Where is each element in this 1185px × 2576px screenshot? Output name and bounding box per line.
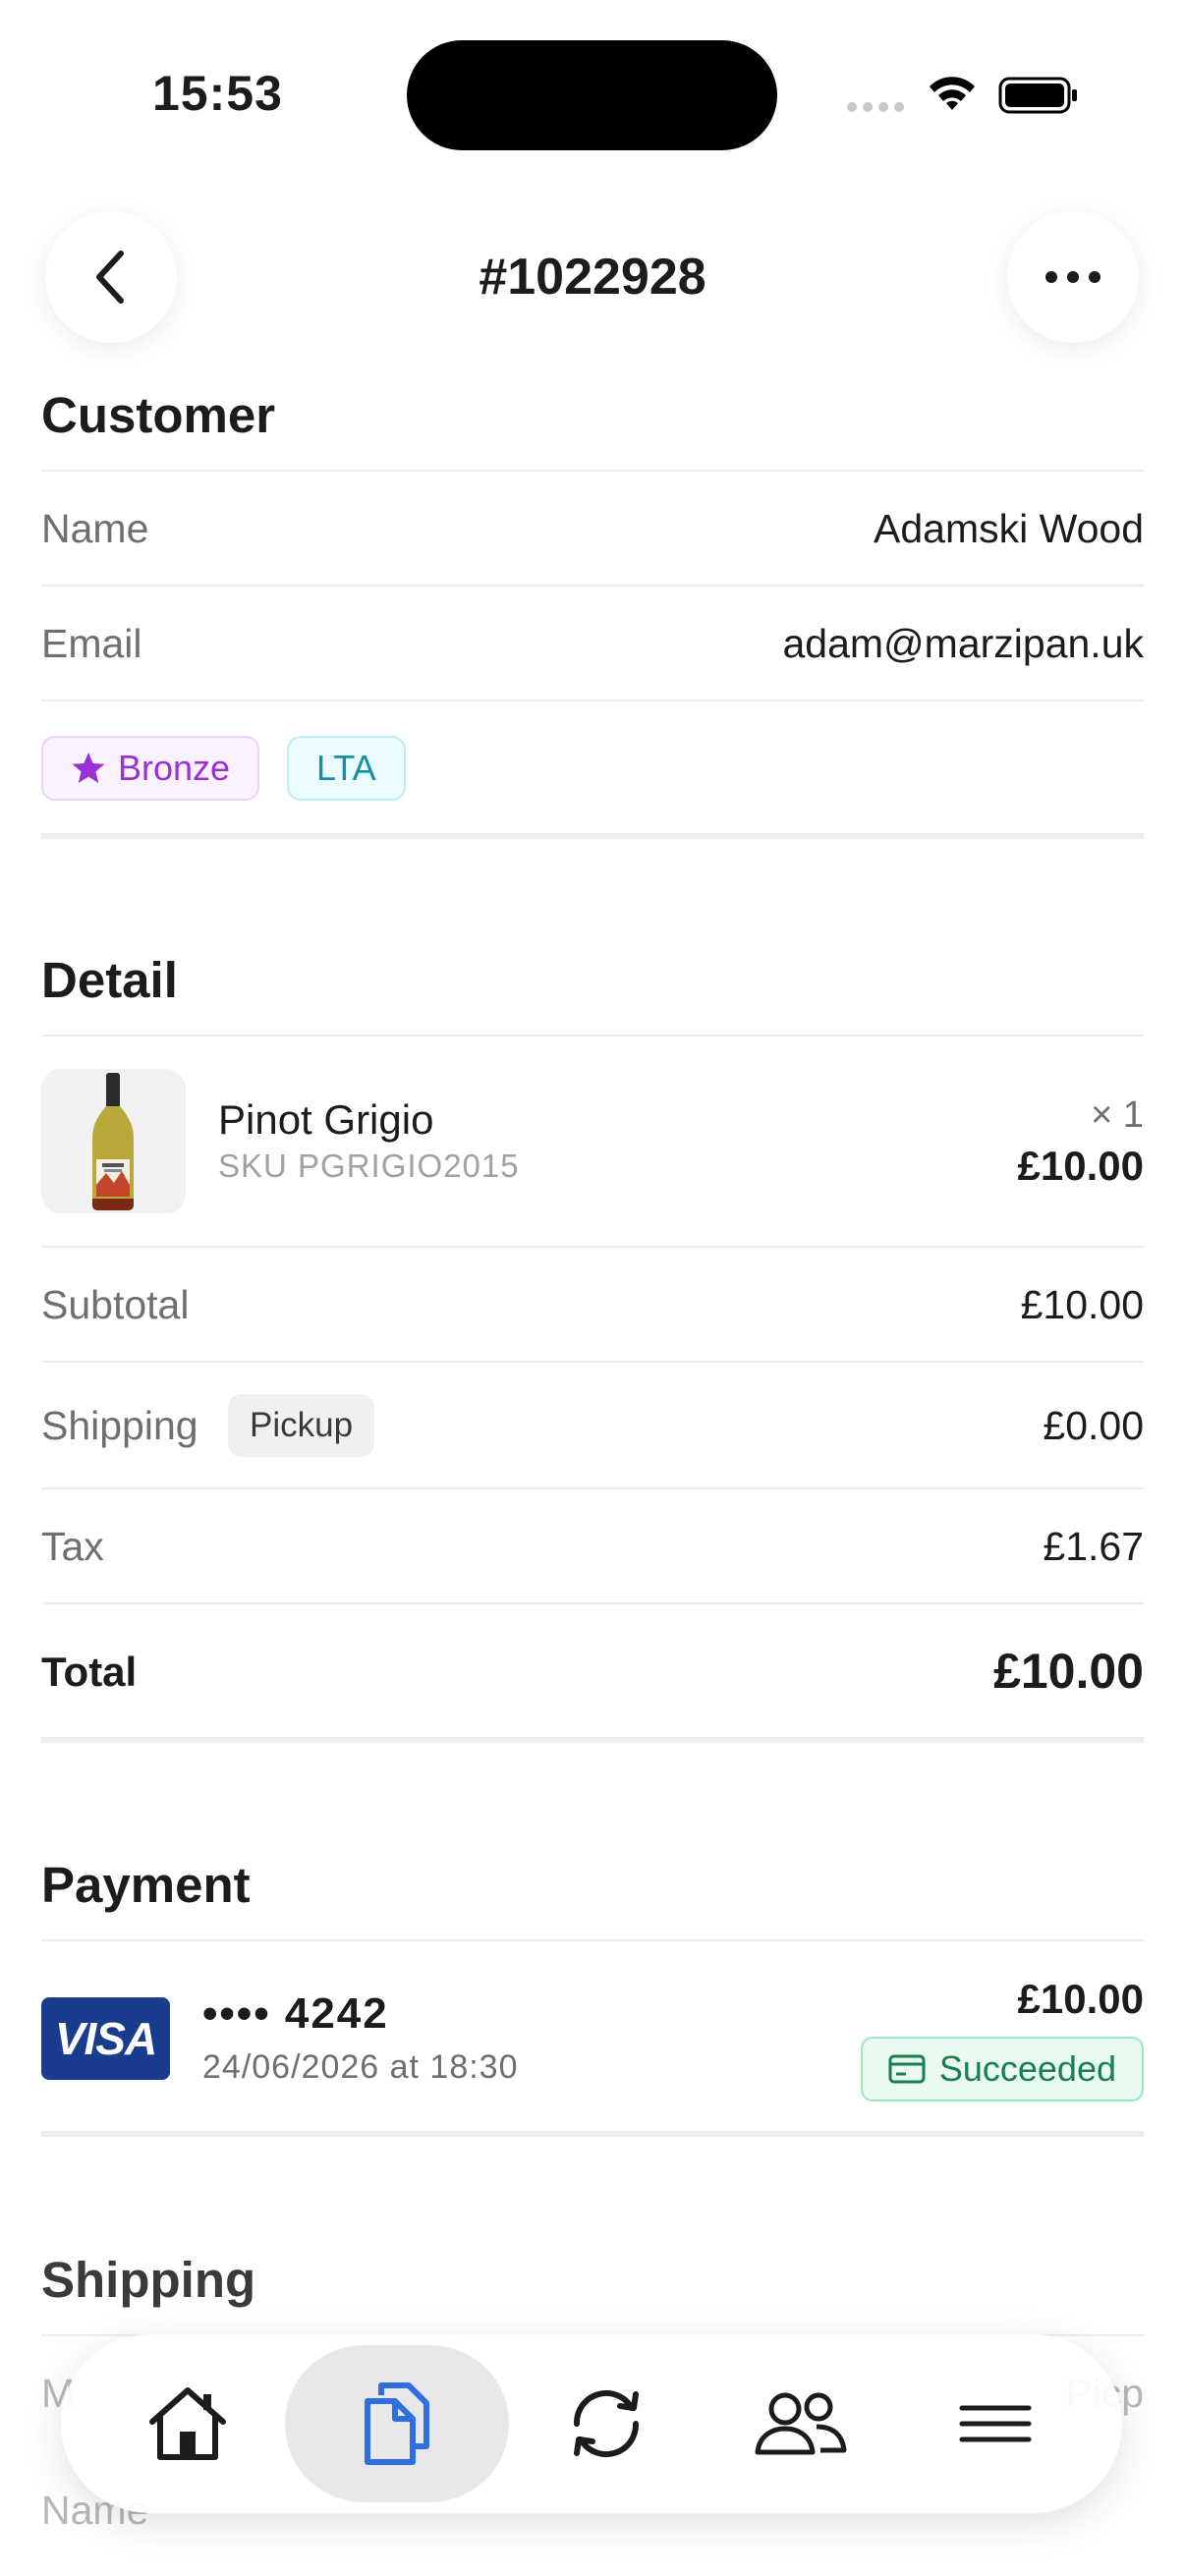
divider [41,1602,1144,1604]
shipping-value: £0.00 [1043,1403,1144,1448]
product-price: £10.00 [1017,1143,1144,1189]
status-time: 15:53 [152,66,283,121]
divider [41,700,1144,701]
product-name[interactable]: Pinot Grigio [218,1096,433,1144]
payment-amount: £10.00 [1017,1976,1144,2022]
divider [41,1035,1144,1036]
more-options-button[interactable] [1007,211,1139,343]
sync-icon [573,2389,639,2458]
shipping-label: Shipping [41,1403,198,1448]
tab-sync[interactable] [509,2345,704,2502]
status-bar: 15:53 [0,0,1185,187]
section-divider [41,833,1144,839]
tax-label: Tax [41,1524,104,1569]
payment-section-title: Payment [41,1857,251,1913]
customer-name[interactable]: Adamski Wood [874,506,1144,552]
tax-value: £1.67 [1043,1524,1144,1569]
divider [41,470,1144,472]
email-label: Email [41,621,142,666]
bronze-tier-badge[interactable]: Bronze [41,736,260,801]
customer-section-title: Customer [41,387,276,443]
shipping-section-title: Shipping [41,2252,256,2308]
orders-icon [364,2382,429,2465]
divider [41,1487,1144,1489]
subtotal-label: Subtotal [41,1282,190,1327]
customers-icon [755,2392,847,2455]
wine-bottle-image [92,1073,134,1210]
tab-bar [61,2334,1122,2513]
divider [41,585,1144,587]
tab-customers[interactable] [704,2345,898,2502]
customer-email[interactable]: adam@marzipan.uk [783,621,1145,667]
battery-icon [998,77,1077,114]
order-detail-screen: 15:53 #1022928 Customer Name Adamski Woo… [0,0,1185,2576]
section-divider [41,1737,1144,1743]
subtotal-value: £10.00 [1020,1282,1144,1327]
menu-icon [959,2405,1032,2442]
section-divider [41,2131,1144,2137]
ellipsis-icon [1045,271,1100,283]
bronze-badge-label: Bronze [118,748,231,788]
home-icon [149,2387,227,2460]
divider [41,1361,1144,1363]
credit-card-icon [888,2054,926,2084]
divider [41,1939,1144,1941]
product-sku: SKU PGRIGIO2015 [218,1148,520,1184]
wifi-icon [930,77,975,110]
payment-date: 24/06/2026 at 18:30 [202,2048,519,2086]
detail-section-title: Detail [41,952,178,1008]
card-brand-label: VISA [54,2013,157,2064]
payment-status-badge[interactable]: Succeeded [860,2037,1144,2101]
shipping-method-chip: Pickup [228,1394,375,1457]
total-label: Total [41,1649,138,1695]
shipping-method-value-tail: p [1121,2371,1144,2416]
tab-orders[interactable] [285,2345,509,2502]
lta-badge-label: LTA [316,748,376,788]
product-quantity: × 1 [1091,1094,1144,1136]
lta-tag-badge[interactable]: LTA [287,736,406,801]
tab-menu[interactable] [898,2345,1093,2502]
tab-home[interactable] [90,2345,285,2502]
payment-status-label: Succeeded [938,2048,1116,2089]
dynamic-island [407,40,777,150]
divider [41,1246,1144,1248]
total-value: £10.00 [993,1644,1144,1699]
product-image[interactable] [41,1069,186,1213]
name-label: Name [41,506,149,551]
visa-card-icon: VISA [41,1997,170,2080]
cellular-signal-icon [847,102,904,112]
star-icon [72,753,105,783]
card-number: •••• 4242 [202,1989,389,2038]
